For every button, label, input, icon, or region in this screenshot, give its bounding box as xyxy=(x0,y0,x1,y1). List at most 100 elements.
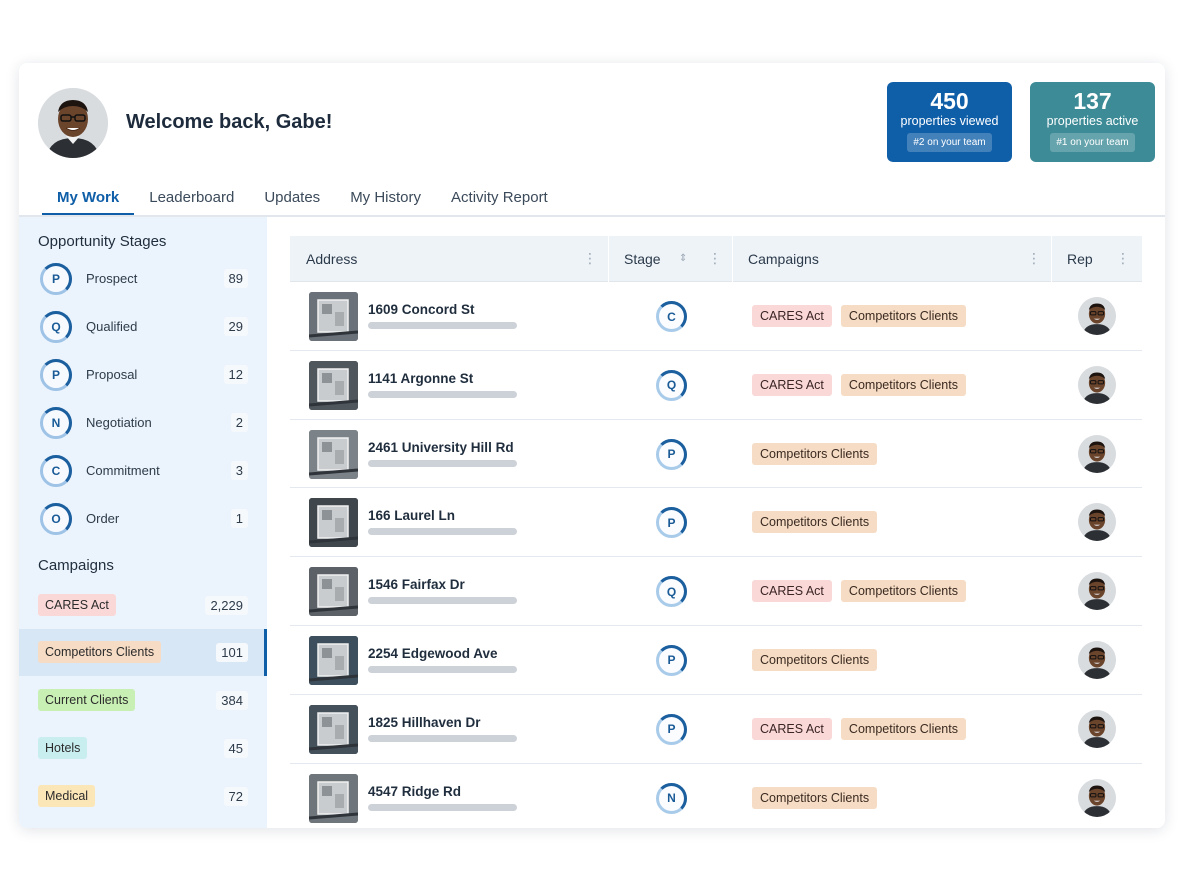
tab-my-history[interactable]: My History xyxy=(335,178,436,216)
rep-avatar[interactable] xyxy=(1078,434,1116,473)
property-aerial-thumbnail[interactable] xyxy=(309,498,358,548)
property-aerial-thumbnail[interactable] xyxy=(309,360,358,410)
campaign-tag[interactable]: CARES Act xyxy=(752,373,832,396)
rep-avatar[interactable] xyxy=(1078,640,1116,679)
campaign-tags: CARES Act Competitors Clients xyxy=(752,373,966,396)
campaign-item-competitors-clients[interactable]: Competitors Clients 101 xyxy=(19,629,267,676)
property-aerial-thumbnail[interactable] xyxy=(309,567,358,617)
table-row[interactable]: 166 Laurel Ln P Competitors Clients xyxy=(290,488,1142,558)
stage-ring-icon: P xyxy=(40,263,72,295)
campaigns-section-title: Campaigns xyxy=(38,557,114,574)
property-address[interactable]: 1141 Argonne St xyxy=(368,371,473,386)
campaign-tag[interactable]: CARES Act xyxy=(752,717,832,740)
stage-label: Negotiation xyxy=(86,415,152,430)
property-aerial-thumbnail[interactable] xyxy=(309,704,358,754)
stage-ring-icon[interactable]: P xyxy=(656,507,687,539)
campaign-item-current-clients[interactable]: Current Clients 384 xyxy=(19,677,267,724)
stat-properties-viewed[interactable]: 450 properties viewed #2 on your team xyxy=(887,82,1012,162)
table-row[interactable]: 1609 Concord St C CARES Act Competitors Cli… xyxy=(290,282,1142,351)
stat-properties-active[interactable]: 137 properties active #1 on your team xyxy=(1030,82,1155,162)
stage-item-negotiation[interactable]: N Negotiation 2 xyxy=(19,401,267,445)
more-vertical-icon[interactable]: ⋮ xyxy=(708,251,722,265)
property-aerial-thumbnail[interactable] xyxy=(309,429,358,479)
stage-count: 12 xyxy=(223,365,248,384)
table-row[interactable]: 2461 University Hill Rd P Competitors Clie… xyxy=(290,420,1142,489)
property-aerial-thumbnail[interactable] xyxy=(309,292,358,341)
user-avatar[interactable] xyxy=(38,88,108,158)
campaign-tag[interactable]: CARES Act xyxy=(752,305,832,327)
stage-label: Qualified xyxy=(86,319,138,334)
rep-avatar[interactable] xyxy=(1078,778,1116,817)
property-aerial-thumbnail[interactable] xyxy=(309,635,358,685)
property-address[interactable]: 1609 Concord St xyxy=(368,302,475,317)
more-vertical-icon[interactable]: ⋮ xyxy=(1116,251,1130,265)
campaign-count: 72 xyxy=(223,787,248,806)
stage-ring-icon: P xyxy=(40,359,72,391)
stat-rank-badge: #2 on your team xyxy=(907,133,992,152)
campaign-item-cares-act[interactable]: CARES Act 2,229 xyxy=(19,582,267,629)
tab-leaderboard[interactable]: Leaderboard xyxy=(134,178,249,216)
stage-item-order[interactable]: O Order 1 xyxy=(19,497,267,541)
table-row[interactable]: 4547 Ridge Rd N Competitors Clients xyxy=(290,764,1142,828)
campaign-tag[interactable]: Competitors Clients xyxy=(752,786,878,809)
property-address[interactable]: 1825 Hillhaven Dr xyxy=(368,715,481,730)
column-header-stage[interactable]: Stage xyxy=(624,236,661,282)
property-address[interactable]: 1546 Fairfax Dr xyxy=(368,577,465,592)
column-resizer[interactable] xyxy=(732,236,733,282)
stage-ring-icon: C xyxy=(40,455,72,487)
campaign-tag[interactable]: Competitors Clients xyxy=(752,442,878,465)
table-row[interactable]: 1141 Argonne St Q CARES Act Competitors Cli… xyxy=(290,351,1142,420)
more-vertical-icon[interactable]: ⋮ xyxy=(583,251,597,265)
stage-ring-icon[interactable]: P xyxy=(656,713,687,745)
stage-item-commitment[interactable]: C Commitment 3 xyxy=(19,449,267,493)
stage-ring-icon[interactable]: P xyxy=(656,438,687,470)
table-row[interactable]: 1825 Hillhaven Dr P CARES Act Competitors C… xyxy=(290,695,1142,764)
stage-ring-icon[interactable]: N xyxy=(656,782,687,814)
campaign-tag[interactable]: Competitors Clients xyxy=(840,305,966,327)
table-row[interactable]: 1546 Fairfax Dr Q CARES Act Competitors Cli… xyxy=(290,557,1142,626)
stage-item-prospect[interactable]: P Prospect 89 xyxy=(19,257,267,301)
stage-item-proposal[interactable]: P Proposal 12 xyxy=(19,353,267,397)
stage-ring-icon[interactable]: Q xyxy=(656,369,687,401)
stage-count: 89 xyxy=(223,269,248,288)
tab-activity-report[interactable]: Activity Report xyxy=(436,178,563,216)
tab-my-work[interactable]: My Work xyxy=(42,178,135,216)
address-placeholder-bar xyxy=(368,803,517,811)
rep-avatar[interactable] xyxy=(1078,572,1116,611)
campaign-item-medical[interactable]: Medical 72 xyxy=(19,773,267,820)
rep-avatar[interactable] xyxy=(1078,365,1116,404)
rep-avatar[interactable] xyxy=(1078,709,1116,748)
stage-ring-icon[interactable]: C xyxy=(656,301,687,332)
campaign-tag[interactable]: Competitors Clients xyxy=(752,648,878,671)
column-header-address[interactable]: Address xyxy=(306,236,357,282)
sort-icon[interactable]: ⇕ xyxy=(679,252,687,266)
campaign-item-hotels[interactable]: Hotels 45 xyxy=(19,725,267,772)
column-header-rep[interactable]: Rep xyxy=(1067,236,1093,282)
rep-avatar[interactable] xyxy=(1078,297,1116,335)
property-address[interactable]: 4547 Ridge Rd xyxy=(368,784,461,799)
campaign-tag[interactable]: Competitors Clients xyxy=(752,511,878,534)
property-address[interactable]: 166 Laurel Ln xyxy=(368,508,455,523)
tab-bar: My Work Leaderboard Updates My History A… xyxy=(42,178,563,216)
column-resizer[interactable] xyxy=(1051,236,1052,282)
campaign-tag[interactable]: Competitors Clients xyxy=(840,580,966,603)
column-resizer[interactable] xyxy=(608,236,609,282)
address-placeholder-bar xyxy=(368,597,517,605)
campaign-tag[interactable]: Competitors Clients xyxy=(840,373,966,396)
table-body: 1609 Concord St C CARES Act Competitors Cli… xyxy=(290,282,1142,828)
stage-item-qualified[interactable]: Q Qualified 29 xyxy=(19,305,267,349)
property-address[interactable]: 2461 University Hill Rd xyxy=(368,440,514,455)
stage-ring-icon[interactable]: P xyxy=(656,644,687,676)
table-row[interactable]: 2254 Edgewood Ave P Competitors Clients xyxy=(290,626,1142,695)
stage-ring-icon[interactable]: Q xyxy=(656,576,687,608)
column-header-campaigns[interactable]: Campaigns xyxy=(748,236,819,282)
property-address[interactable]: 2254 Edgewood Ave xyxy=(368,646,498,661)
stage-count: 29 xyxy=(223,317,248,336)
campaign-tag[interactable]: Competitors Clients xyxy=(840,717,966,740)
rep-avatar[interactable] xyxy=(1078,503,1116,542)
property-aerial-thumbnail[interactable] xyxy=(309,773,358,823)
campaign-tag[interactable]: CARES Act xyxy=(752,580,832,603)
stage-label: Proposal xyxy=(86,367,138,382)
tab-updates[interactable]: Updates xyxy=(249,178,335,216)
more-vertical-icon[interactable]: ⋮ xyxy=(1027,251,1041,265)
